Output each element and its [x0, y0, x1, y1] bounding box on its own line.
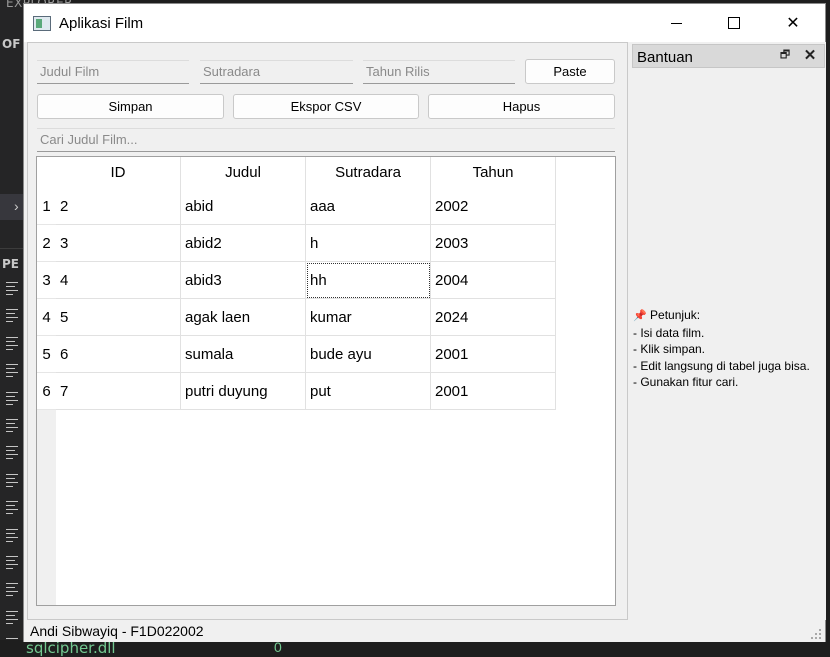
close-icon: ✕ — [803, 47, 817, 64]
ide-section-label: PE — [2, 257, 19, 271]
table-cell[interactable]: abid2 — [181, 225, 306, 262]
float-window-icon: 🗗 — [779, 48, 791, 61]
file-lines-icon — [6, 391, 18, 408]
paste-button[interactable]: Paste — [525, 59, 615, 84]
table-cell[interactable]: 2004 — [431, 262, 556, 299]
row-header[interactable]: 5 — [37, 336, 56, 373]
table-corner[interactable] — [37, 157, 56, 188]
search-input[interactable] — [37, 128, 615, 152]
column-header[interactable]: Tahun — [431, 157, 556, 188]
app-window: Aplikasi Film ✕ Paste Simpan Ekspor CSV … — [23, 3, 826, 642]
file-lines-icon — [6, 446, 18, 462]
director-input[interactable] — [200, 60, 353, 84]
status-bar: Andi Sibwayiq - F1D022002 — [24, 620, 825, 642]
row-header[interactable]: 1 — [37, 188, 56, 225]
ide-divider — [0, 248, 24, 249]
help-line: - Klik simpan. — [633, 342, 706, 356]
delete-button[interactable]: Hapus — [428, 94, 615, 119]
export-csv-button[interactable]: Ekspor CSV — [233, 94, 419, 119]
dock-title-bar[interactable]: Bantuan 🗗 ✕ — [632, 44, 825, 68]
help-heading-line: 📌 Petunjuk: — [633, 307, 826, 325]
help-line: - Edit langsung di tabel juga bisa. — [633, 358, 810, 373]
window-title: Aplikasi Film — [59, 15, 144, 32]
help-dock: Bantuan 🗗 ✕ 📌 Petunjuk: - Isi data film.… — [631, 42, 826, 620]
status-text: Andi Sibwayiq - F1D022002 — [30, 623, 204, 639]
row-header[interactable]: 3 — [37, 262, 56, 299]
app-icon — [33, 16, 51, 31]
file-lines-icon — [6, 610, 18, 627]
dock-title: Bantuan — [637, 49, 693, 66]
row-header[interactable]: 6 — [37, 373, 56, 410]
table-cell[interactable]: aaa — [306, 188, 431, 225]
dock-float-button[interactable]: 🗗 — [778, 48, 792, 62]
table-cell[interactable]: 7 — [56, 373, 181, 410]
table-cell[interactable]: 2002 — [431, 188, 556, 225]
chevron-right-icon: › — [14, 198, 19, 214]
table-cell[interactable]: put — [306, 373, 431, 410]
file-lines-icon — [6, 419, 18, 435]
title-bar: Aplikasi Film ✕ — [24, 4, 825, 42]
help-line: - Isi data film. — [633, 325, 705, 340]
table-cell[interactable]: 2003 — [431, 225, 556, 262]
table-cell[interactable]: 2 — [56, 188, 181, 225]
file-lines-icon — [6, 336, 18, 353]
table-cell[interactable]: sumala — [181, 336, 306, 373]
save-button[interactable]: Simpan — [37, 94, 224, 119]
table-cell[interactable]: 2024 — [431, 299, 556, 336]
table-cell[interactable]: 4 — [56, 262, 181, 299]
table-cell[interactable]: kumar — [306, 299, 431, 336]
close-button[interactable]: ✕ — [764, 4, 822, 42]
table-cell[interactable]: 5 — [56, 299, 181, 336]
row-header[interactable]: 4 — [37, 299, 56, 336]
file-lines-icon — [6, 583, 18, 599]
movie-table[interactable]: ID Judul Sutradara Tahun 1 2 abid aaa 2002 2 3 abid… — [36, 156, 616, 606]
size-grip-icon[interactable] — [810, 628, 822, 640]
table-cell[interactable]: 2001 — [431, 373, 556, 410]
file-lines-icon — [6, 364, 18, 380]
minimize-button[interactable] — [647, 4, 705, 42]
table-cell[interactable]: agak laen — [181, 299, 306, 336]
table-cell[interactable]: abid — [181, 188, 306, 225]
ide-open-editors-label: OF — [2, 37, 21, 51]
maximize-button[interactable] — [705, 4, 763, 42]
file-lines-icon — [6, 282, 18, 298]
main-panel: Paste Simpan Ekspor CSV Hapus IDJudulSut… — [27, 42, 628, 620]
table-cell[interactable]: abid3 — [181, 262, 306, 299]
minimize-icon — [670, 22, 682, 24]
ide-editor-edge — [826, 0, 830, 657]
table-cell[interactable]: 6 — [56, 336, 181, 373]
file-lines-icon — [6, 501, 18, 517]
row-header[interactable]: 2 — [37, 225, 56, 262]
ide-explorer-sidebar: EXPLORER OF › PE — [0, 0, 73, 657]
table-cell[interactable]: h — [306, 225, 431, 262]
dock-close-button[interactable]: ✕ — [803, 47, 817, 64]
help-text: 📌 Petunjuk: - Isi data film. - Klik simp… — [633, 307, 826, 391]
table-cell[interactable]: putri duyung — [181, 373, 306, 410]
pushpin-icon: 📌 — [633, 310, 647, 322]
help-line: - Gunakan fitur cari. — [633, 375, 739, 389]
maximize-icon — [728, 17, 740, 29]
release-year-input[interactable] — [363, 60, 515, 84]
table-cell[interactable]: 2001 — [431, 336, 556, 373]
file-lines-icon — [6, 528, 18, 545]
file-lines-icon — [6, 556, 18, 572]
column-header[interactable]: Sutradara — [306, 157, 431, 188]
table-cell[interactable]: 3 — [56, 225, 181, 262]
file-lines-icon — [6, 309, 18, 325]
help-heading: Petunjuk: — [650, 308, 701, 322]
movie-title-input[interactable] — [37, 60, 189, 84]
close-icon: ✕ — [786, 15, 800, 32]
table-cell[interactable]: bude ayu — [306, 336, 431, 373]
column-header[interactable]: Judul — [181, 157, 306, 188]
column-header[interactable]: ID — [56, 157, 181, 188]
file-lines-icon — [6, 473, 18, 490]
ide-selected-item: › — [0, 194, 24, 220]
ide-bottom-strip: sqlcipher.dll 0 — [0, 639, 830, 657]
table-cell[interactable]: hh — [306, 262, 431, 299]
